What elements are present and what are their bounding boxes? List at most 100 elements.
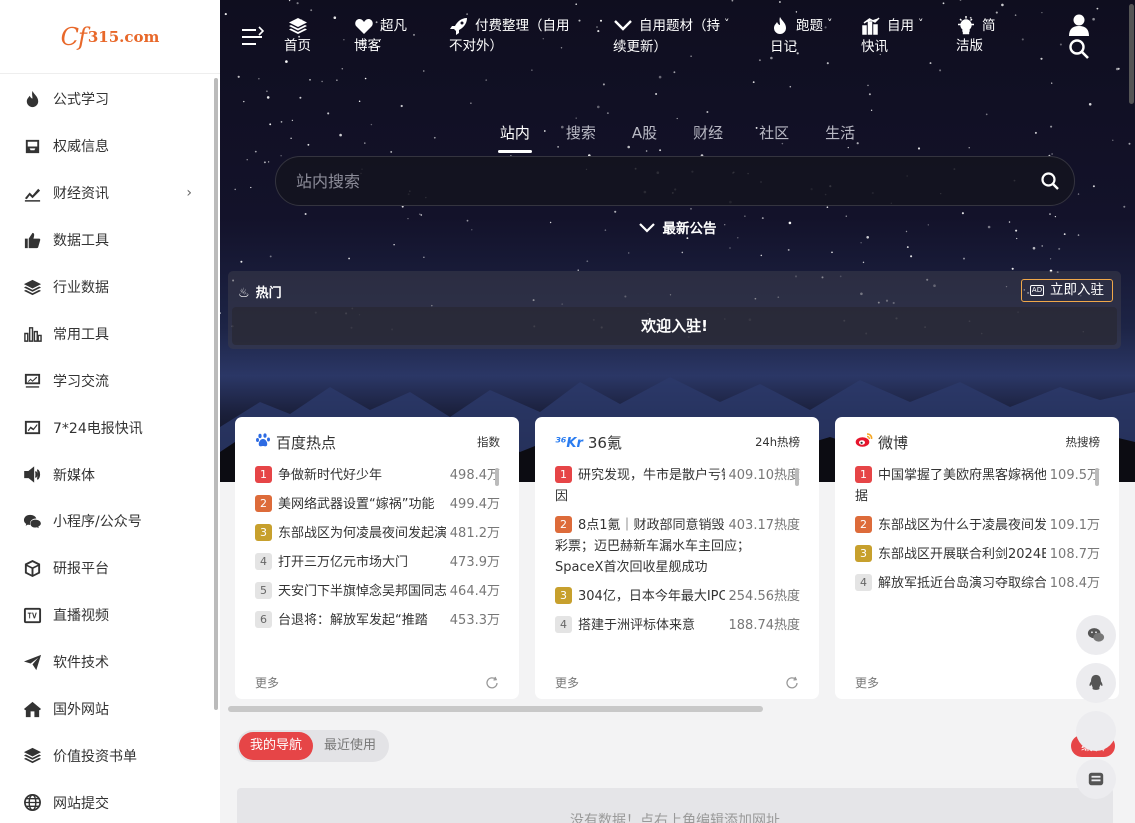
sidebar-item-12[interactable]: 直播视频 (0, 592, 214, 639)
rank-badge: 4 (855, 574, 872, 591)
top-nav-item-6[interactable]: 自用 ˅ 快讯 (861, 16, 924, 57)
sidebar-item-2[interactable]: 权威信息 (0, 123, 214, 170)
qq-float-button[interactable] (1076, 663, 1116, 703)
top-navigation: 首页 超凡 博客 付费整理（自用 不对外） 自用题材（持 ˅ 续更新） 跑题 ˅ 日记 自用 ˅ 快讯 简洁… (220, 0, 1135, 74)
search-tab-6[interactable]: 生活 (807, 122, 873, 152)
sidebar-item-5[interactable]: 行业数据 (0, 264, 214, 311)
top-nav-item-1[interactable]: 首页 (284, 16, 311, 56)
sidebar-item-label: 直播视频 (53, 608, 109, 625)
more-link[interactable]: 更多 (555, 674, 579, 691)
cards-horizontal-scrollbar[interactable] (228, 706, 763, 712)
sidebar-item-4[interactable]: 数据工具 (0, 217, 214, 264)
menu-toggle-icon[interactable] (242, 26, 264, 48)
hot-item-title: 天安门下半旗悼念吴邦国同志 (278, 584, 448, 599)
rank-badge: 4 (555, 616, 572, 633)
sidebar-item-label: 7*24电报快讯 (53, 420, 143, 437)
blank-float-button[interactable] (1076, 711, 1116, 751)
refresh-icon[interactable] (785, 676, 799, 690)
card-scrollbar[interactable] (795, 468, 799, 486)
hot-list-item[interactable]: 6 台退将：解放军发起“推踏 453.3万 (255, 610, 500, 631)
layers-icon (22, 277, 42, 297)
card-tag: 热搜榜 (1065, 435, 1101, 449)
hot-list-item[interactable]: 3 东部战区为何凌晨夜间发起演习 481.2万 (255, 523, 500, 544)
tv-icon (22, 605, 42, 625)
hot-bar: ♨ 热门 AD 立即入驻 欢迎入驻! (228, 271, 1121, 349)
sidebar-item-label: 行业数据 (53, 280, 109, 296)
hot-list-item[interactable]: 2 东部战区为什么于凌晨夜间发起演习 109.1万 (855, 515, 1100, 536)
my-nav-tab-2[interactable]: 最近使用 (313, 732, 387, 760)
card-tag: 指数 (477, 435, 500, 449)
hot-list-item[interactable]: 2 美网络武器设置“嫁祸”功能 499.4万 (255, 494, 500, 515)
hot-item-value: 498.4万 (445, 465, 500, 486)
more-link[interactable]: 更多 (855, 674, 879, 691)
top-nav-item-5[interactable]: 跑题 ˅ 日记 (770, 16, 833, 57)
rocket-icon (449, 16, 471, 36)
search-input[interactable] (296, 157, 1016, 205)
hot-list-item[interactable]: 3 东部战区开展联合利剑2024B演习 108.7万 (855, 544, 1100, 565)
refresh-icon[interactable] (485, 676, 499, 690)
page-scrollbar[interactable] (1129, 4, 1134, 104)
search-tab-2[interactable]: 搜索 (548, 122, 614, 152)
sidebar-item-label: 网站提交 (53, 795, 109, 812)
sidebar-item-10[interactable]: 小程序/公众号 (0, 498, 214, 545)
top-nav-label-line2: 快讯 (861, 39, 888, 55)
hot-list-item[interactable]: 4 解放军抵近台岛演习夺取综合制权 108.4万 (855, 573, 1100, 594)
join-button[interactable]: AD 立即入驻 (1021, 279, 1113, 302)
top-nav-item-3[interactable]: 付费整理（自用 不对外） (449, 16, 570, 56)
hot-item-value: 109.1万 (1045, 515, 1100, 536)
hot-item-value: 453.3万 (445, 610, 500, 631)
search-tab-5[interactable]: 社区 (741, 122, 807, 152)
search-icon[interactable] (1068, 38, 1090, 60)
sidebar-item-15[interactable]: 价值投资书单 (0, 732, 214, 779)
sidebar-item-3[interactable]: 财经资讯 › (0, 170, 214, 217)
card-scrollbar[interactable] (495, 468, 499, 486)
search-submit-icon[interactable] (1040, 171, 1060, 191)
keyboard-icon (1088, 772, 1104, 786)
sidebar-item-13[interactable]: 软件技术 (0, 639, 214, 686)
hot-list-item[interactable]: 1 研究发现，牛市是散户亏钱的重要原因 409.10热度 (555, 465, 800, 507)
sidebar-item-8[interactable]: 7*24电报快讯 (0, 404, 214, 451)
sidebar-item-1[interactable]: 公式学习 (0, 76, 214, 123)
top-nav-item-2[interactable]: 超凡 博客 (354, 16, 407, 56)
sidebar-item-7[interactable]: 学习交流 (0, 357, 214, 404)
caret-down-icon: ˅ (827, 17, 833, 30)
search-tab-4[interactable]: 财经 (675, 122, 741, 152)
search-tab-1[interactable]: 站内 (482, 122, 548, 152)
chevron-right-icon: › (186, 185, 192, 202)
sidebar-item-16[interactable]: 网站提交 (0, 779, 214, 823)
wechat-float-button[interactable] (1076, 615, 1116, 655)
sidebar-item-9[interactable]: 新媒体 (0, 451, 214, 498)
rank-badge: 2 (555, 516, 572, 533)
card-scrollbar[interactable] (1095, 468, 1099, 486)
more-link[interactable]: 更多 (255, 674, 279, 691)
sidebar-item-label: 研报平台 (53, 561, 109, 578)
hot-list-item[interactable]: 1 争做新时代好少年 498.4万 (255, 465, 500, 486)
user-icon[interactable] (1067, 14, 1091, 36)
sidebar-item-14[interactable]: 国外网站 (0, 686, 214, 733)
chart-bars-icon (861, 16, 883, 36)
search-tab-3[interactable]: A股 (614, 122, 675, 152)
sidebar-scrollbar[interactable] (214, 78, 218, 710)
announcement-toggle[interactable]: 最新公告 (220, 217, 1135, 237)
sidebar-item-6[interactable]: 常用工具 (0, 310, 214, 357)
hot-list-item[interactable]: 5 天安门下半旗悼念吴邦国同志 464.4万 (255, 581, 500, 602)
hot-list-item[interactable]: 4 搭建于洲评标体来意 188.74热度 (555, 615, 800, 636)
hot-item-title: 台退将：解放军发起“推踏 (278, 613, 428, 628)
rank-badge: 1 (555, 466, 572, 483)
site-logo[interactable]: Cf 315.com (0, 0, 220, 74)
hot-list-item[interactable]: 4 打开三万亿元市场大门 473.9万 (255, 552, 500, 573)
hero-banner: 首页 超凡 博客 付费整理（自用 不对外） 自用题材（持 ˅ 续更新） 跑题 ˅ 日记 自用 ˅ 快讯 简洁… (220, 0, 1135, 482)
keyboard-float-button[interactable] (1076, 759, 1116, 799)
sidebar-item-label: 国外网站 (53, 702, 109, 719)
hot-card-3: 微博 热搜榜 1 中国掌握了美欧府黑客嫁祸他国的证据 109.5万 2 东部战区为什么于凌晨… (835, 417, 1119, 699)
hot-list-item[interactable]: 2 8点1氪｜财政部同意销毁28款即开型彩票；迈巴赫新车漏水车主回应；SpaceX… (555, 515, 800, 578)
top-nav-label-line2: 洁版 (956, 38, 983, 54)
top-nav-item-4[interactable]: 自用题材（持 ˅ 续更新） (613, 16, 730, 57)
hot-list-item[interactable]: 3 304亿，日本今年最大IPO要来了 254.56热度 (555, 586, 800, 607)
my-nav-tab-1[interactable]: 我的导航 (239, 732, 314, 760)
hot-list-item[interactable]: 1 中国掌握了美欧府黑客嫁祸他国的证据 109.5万 (855, 465, 1100, 507)
welcome-banner: 欢迎入驻! (232, 307, 1117, 345)
top-nav-item-7[interactable]: 简洁版 (956, 16, 996, 56)
rank-badge: 3 (555, 587, 572, 604)
sidebar-item-11[interactable]: 研报平台 (0, 545, 214, 592)
